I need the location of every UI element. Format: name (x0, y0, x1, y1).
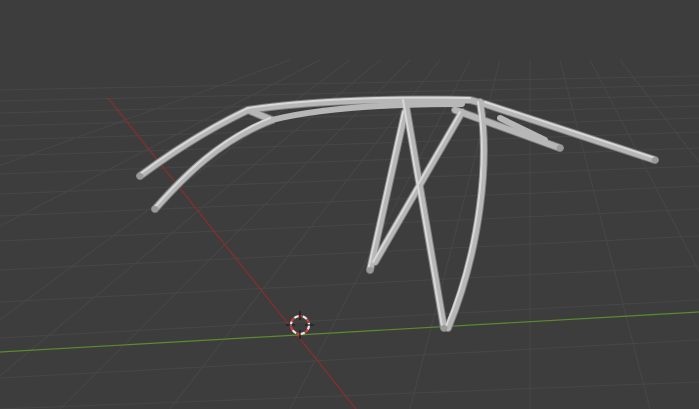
3d-viewport[interactable] (0, 0, 699, 409)
viewport-grid (0, 59, 699, 409)
viewport-canvas[interactable] (0, 0, 699, 409)
tube-hoop-rear (445, 99, 487, 331)
tube-hoop-front (402, 97, 447, 331)
